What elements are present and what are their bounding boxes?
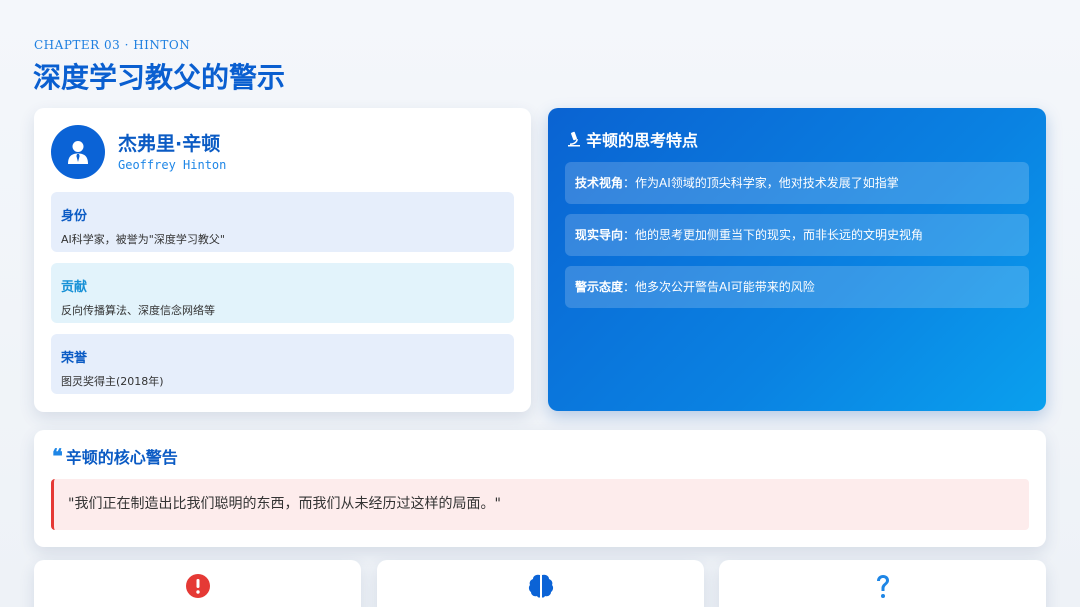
- question-icon: [876, 575, 889, 598]
- exclamation-circle-icon: [185, 574, 210, 598]
- warning-heading: ❝ 辛顿的核心警告: [52, 444, 178, 468]
- profile-card: 杰弗里·辛顿 Geoffrey Hinton 身份 AI科学家，被誉为"深度学习…: [34, 108, 531, 412]
- warning-title: 辛顿的核心警告: [65, 448, 178, 467]
- thinking-title: 辛顿的思考特点: [586, 131, 699, 150]
- trait-key: 警示态度: [575, 280, 624, 294]
- info-label: 贡献: [61, 280, 88, 295]
- info-identity: 身份 AI科学家，被誉为"深度学习教父": [51, 192, 514, 252]
- avatar: [51, 125, 105, 179]
- bottom-card-brain: [377, 560, 704, 607]
- thinking-heading: 辛顿的思考特点: [566, 127, 698, 151]
- thinking-card: 辛顿的思考特点 技术视角：作为AI领域的顶尖科学家，他对技术发展了如指掌 现实导…: [548, 108, 1046, 411]
- trait-item: 警示态度：他多次公开警告AI可能带来的风险: [565, 266, 1029, 308]
- warning-card: ❝ 辛顿的核心警告 "我们正在制造出比我们聪明的东西，而我们从未经历过这样的局面…: [34, 430, 1046, 547]
- info-label: 身份: [61, 209, 88, 224]
- trait-text: ：他多次公开警告AI可能带来的风险: [623, 280, 815, 294]
- info-contribution: 贡献 反向传播算法、深度信念网络等: [51, 263, 514, 323]
- bottom-card-warning: [34, 560, 361, 607]
- info-label: 荣誉: [61, 351, 88, 366]
- trait-key: 技术视角: [575, 176, 624, 190]
- brain-icon: [528, 574, 553, 598]
- page-title: 深度学习教父的警示: [33, 61, 286, 94]
- trait-item: 现实导向：他的思考更加侧重当下的现实，而非长远的文明史视角: [565, 214, 1029, 256]
- person-name: 杰弗里·辛顿: [118, 133, 221, 155]
- info-value: 图灵奖得主(2018年): [61, 375, 164, 388]
- microscope-icon: [568, 131, 580, 147]
- warning-quote: "我们正在制造出比我们聪明的东西，而我们从未经历过这样的局面。": [51, 479, 1029, 530]
- bottom-card-question: [719, 560, 1046, 607]
- person-english-name: Geoffrey Hinton: [118, 158, 227, 172]
- chapter-label: CHAPTER 03 · HINTON: [34, 38, 191, 52]
- info-value: 反向传播算法、深度信念网络等: [61, 304, 215, 317]
- quote-icon: ❝: [52, 444, 63, 468]
- user-tie-icon: [68, 141, 88, 164]
- trait-key: 现实导向: [575, 228, 624, 242]
- info-value: AI科学家，被誉为"深度学习教父": [61, 233, 225, 246]
- trait-item: 技术视角：作为AI领域的顶尖科学家，他对技术发展了如指掌: [565, 162, 1029, 204]
- trait-text: ：作为AI领域的顶尖科学家，他对技术发展了如指掌: [623, 176, 899, 190]
- trait-text: ：他的思考更加侧重当下的现实，而非长远的文明史视角: [623, 228, 924, 242]
- info-honor: 荣誉 图灵奖得主(2018年): [51, 334, 514, 394]
